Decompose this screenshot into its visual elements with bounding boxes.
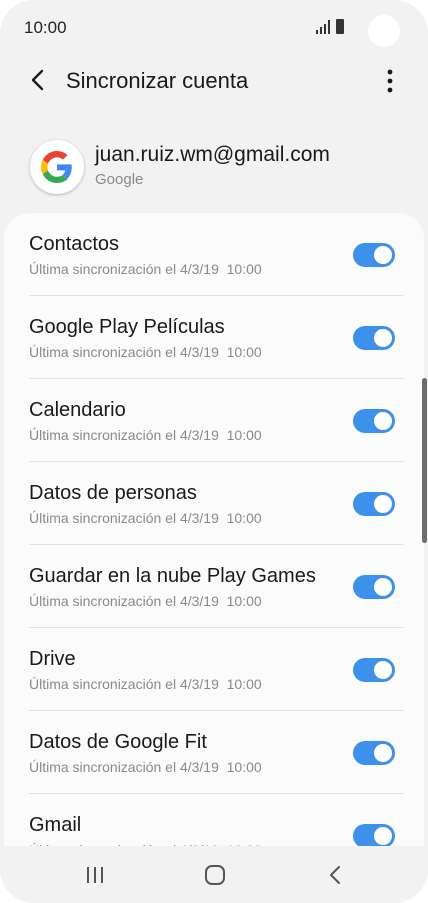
google-logo-icon xyxy=(41,151,72,183)
list-item[interactable]: Gmail Última sincronización el 4/3/19 10… xyxy=(4,794,424,853)
item-name: Drive xyxy=(29,648,76,670)
list-item[interactable]: Datos de personas Última sincronización … xyxy=(4,462,424,545)
signal-icon xyxy=(316,20,330,34)
sync-list: Contactos Última sincronización el 4/3/1… xyxy=(4,213,424,853)
more-vertical-icon[interactable] xyxy=(378,68,402,94)
battery-icon xyxy=(336,19,344,34)
sync-toggle[interactable] xyxy=(353,824,395,848)
account-provider: Google xyxy=(95,171,144,188)
home-icon[interactable] xyxy=(204,864,226,886)
sync-toggle[interactable] xyxy=(353,575,395,599)
camera-cutout xyxy=(368,15,400,47)
sync-toggle[interactable] xyxy=(353,409,395,433)
item-name: Calendario xyxy=(29,399,126,421)
toggle-knob xyxy=(372,410,394,432)
toggle-knob xyxy=(372,825,394,847)
phone-screen: 10:00 Sincronizar cuenta juan.ruiz.wm@gm… xyxy=(0,0,428,903)
recent-apps-icon[interactable] xyxy=(84,866,106,884)
item-last-sync: Última sincronización el 4/3/19 10:00 xyxy=(29,427,262,443)
item-name: Contactos xyxy=(29,233,120,255)
item-last-sync: Última sincronización el 4/3/19 10:00 xyxy=(29,593,262,609)
account-email: juan.ruiz.wm@gmail.com xyxy=(95,143,330,166)
page-title: Sincronizar cuenta xyxy=(66,68,249,93)
toggle-knob xyxy=(372,659,394,681)
account-header: juan.ruiz.wm@gmail.com Google xyxy=(0,130,428,200)
list-item[interactable]: Google Play Películas Última sincronizac… xyxy=(4,296,424,379)
item-name: Datos de personas xyxy=(29,482,197,504)
item-name: Google Play Películas xyxy=(29,316,225,338)
app-bar: Sincronizar cuenta xyxy=(0,56,428,106)
sync-toggle[interactable] xyxy=(353,243,395,267)
list-item[interactable]: Drive Última sincronización el 4/3/19 10… xyxy=(4,628,424,711)
item-name: Datos de Google Fit xyxy=(29,731,207,753)
toggle-knob xyxy=(372,244,394,266)
sync-toggle[interactable] xyxy=(353,326,395,350)
toggle-knob xyxy=(372,742,394,764)
list-item[interactable]: Guardar en la nube Play Games Última sin… xyxy=(4,545,424,628)
item-last-sync: Última sincronización el 4/3/19 10:00 xyxy=(29,510,262,526)
list-item[interactable]: Datos de Google Fit Última sincronizació… xyxy=(4,711,424,794)
back-icon[interactable] xyxy=(326,864,344,886)
sync-toggle[interactable] xyxy=(353,658,395,682)
item-last-sync: Última sincronización el 4/3/19 10:00 xyxy=(29,676,262,692)
sync-toggle[interactable] xyxy=(353,741,395,765)
chevron-left-icon[interactable] xyxy=(26,68,50,92)
list-item[interactable]: Contactos Última sincronización el 4/3/1… xyxy=(4,213,424,296)
item-name: Gmail xyxy=(29,814,82,836)
item-name: Guardar en la nube Play Games xyxy=(29,565,316,587)
item-last-sync: Última sincronización el 4/3/19 10:00 xyxy=(29,261,262,277)
avatar xyxy=(30,140,84,194)
status-time: 10:00 xyxy=(24,18,67,37)
toggle-knob xyxy=(372,327,394,349)
toggle-knob xyxy=(372,576,394,598)
scrollbar[interactable] xyxy=(422,378,427,543)
navigation-bar xyxy=(0,846,428,903)
sync-toggle[interactable] xyxy=(353,492,395,516)
list-item[interactable]: Calendario Última sincronización el 4/3/… xyxy=(4,379,424,462)
status-bar: 10:00 xyxy=(0,0,428,56)
item-last-sync: Última sincronización el 4/3/19 10:00 xyxy=(29,344,262,360)
toggle-knob xyxy=(372,493,394,515)
item-last-sync: Última sincronización el 4/3/19 10:00 xyxy=(29,759,262,775)
